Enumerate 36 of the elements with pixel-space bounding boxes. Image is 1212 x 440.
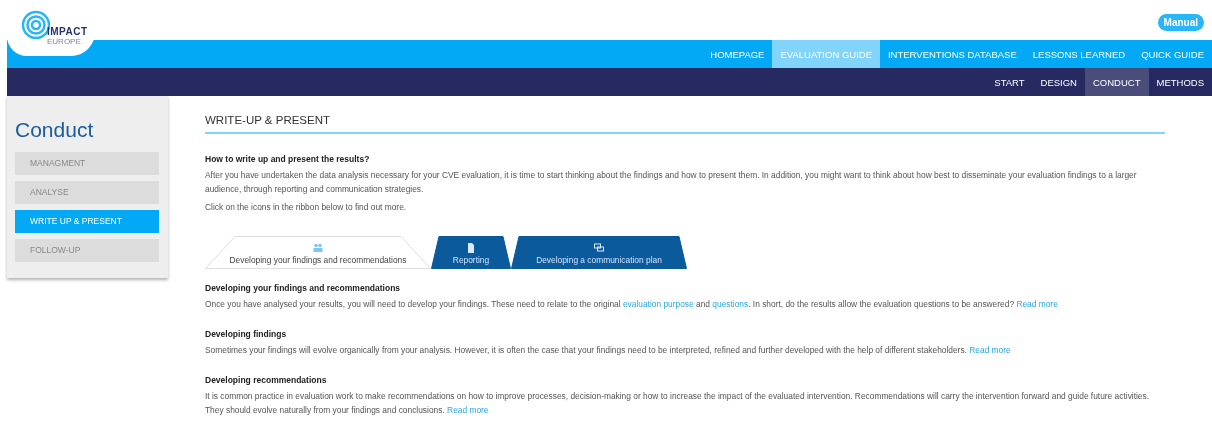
section-paragraph: Once you have analysed your results, you will need to develop your findings. These need to relate to the original evaluation purpose and questions. In short, do the results allow the evaluation questions to be answered? Read more: [205, 298, 1059, 311]
sidebar-item[interactable]: ANALYSE: [15, 181, 159, 204]
people-icon: [313, 243, 323, 253]
sidebar-item[interactable]: WRITE UP & PRESENT: [15, 210, 159, 233]
chat-icon: [594, 243, 604, 253]
ribbon-tab[interactable]: Developing your findings and recommendations: [205, 236, 431, 269]
logo-subtitle: EUROPE: [47, 37, 81, 46]
manual-button[interactable]: Manual: [1157, 14, 1204, 31]
main-nav-link[interactable]: QUICK GUIDE: [1133, 40, 1212, 68]
sidebar-item[interactable]: FOLLOW-UP: [15, 239, 159, 262]
sidebar-title: Conduct: [15, 118, 95, 142]
intro-paragraph: Click on the icons in the ribbon below to find out more.: [205, 201, 408, 214]
sub-nav-link[interactable]: METHODS: [1148, 68, 1212, 96]
section-paragraph: Sometimes your findings will evolve organically from your analysis. However, it is often the case that your findings need to be interpreted, refined and further developed with the help of different stakeholders. Read more: [205, 344, 1012, 357]
main-nav-link[interactable]: EVALUATION GUIDE: [772, 40, 880, 68]
logo-text: IMPACT: [47, 26, 88, 37]
text-link[interactable]: evaluation purpose: [622, 299, 694, 309]
document-icon: [466, 243, 476, 253]
section-paragraph: It is common practice in evaluation work to make recommendations on how to improve processes, decision-making or how to increase the impact of the evaluated intervention. Recommendations will carry the intervention forward and guide future activities. They should evolve naturally from your findings and conclusions. Read more: [205, 390, 1151, 417]
intro-paragraph: After you have undertaken the data analysis necessary for your CVE evaluation, it is time to start thinking about the findings and how to present them. In addition, you might want to think about how best to disseminate your evaluation findings to a larger audience, through reporting and communication strategies.: [205, 169, 1138, 196]
main-nav-link[interactable]: INTERVENTIONS DATABASE: [879, 40, 1025, 68]
intro-heading: How to write up and present the results?: [205, 154, 371, 164]
section-heading: Developing your findings and recommendations: [205, 283, 402, 293]
ribbon-tab[interactable]: Reporting: [431, 236, 511, 269]
sub-nav-link[interactable]: START: [986, 68, 1033, 96]
sub-nav-link[interactable]: CONDUCT: [1085, 68, 1149, 96]
text-link[interactable]: Read more: [1016, 299, 1058, 309]
sub-nav-link[interactable]: DESIGN: [1032, 68, 1085, 96]
text-link[interactable]: Read more: [447, 405, 489, 415]
text-link[interactable]: Read more: [969, 345, 1011, 355]
section-heading: Developing recommendations: [205, 375, 328, 385]
page-title: WRITE-UP & PRESENT: [205, 114, 1165, 134]
main-nav-link[interactable]: LESSONS LEARNED: [1024, 40, 1134, 68]
sidebar-item[interactable]: MANAGMENT: [15, 152, 159, 175]
section-heading: Developing findings: [205, 329, 288, 339]
main-nav-link[interactable]: HOMEPAGE: [702, 40, 773, 68]
